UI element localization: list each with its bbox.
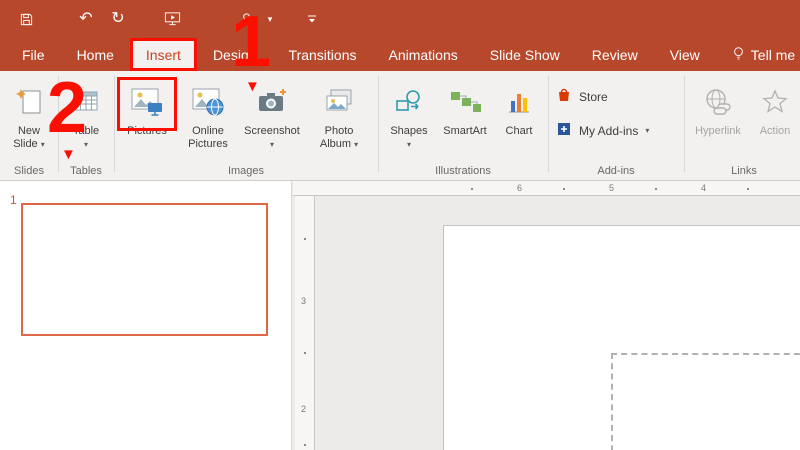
- dropdown-caret-icon: ▾: [407, 140, 411, 149]
- tab-transitions[interactable]: Transitions: [273, 38, 373, 71]
- online-pictures-button[interactable]: Online Pictures: [179, 79, 237, 175]
- hyperlink-button[interactable]: Hyperlink: [688, 79, 748, 175]
- ruler-tick: [471, 188, 473, 190]
- new-slide-icon: [14, 79, 44, 125]
- chart-icon: [506, 79, 532, 125]
- photo-album-icon: [323, 79, 355, 125]
- button-label: Screenshot: [244, 125, 300, 138]
- button-label: Slide: [13, 138, 37, 150]
- ruler-number: 5: [609, 183, 614, 193]
- tab-label: Tell me: [751, 47, 795, 63]
- tab-tell-me[interactable]: Tell me: [716, 38, 800, 71]
- group-label-images: Images: [228, 165, 264, 177]
- group-label-illustrations: Illustrations: [435, 165, 491, 177]
- ruler-tick: [563, 188, 565, 190]
- group-label-tables: Tables: [70, 165, 102, 177]
- store-button[interactable]: Store: [556, 87, 608, 106]
- slideshow-icon[interactable]: [158, 0, 186, 38]
- slide-thumbnail-panel: 1: [0, 181, 292, 450]
- powerpoint-window: ↶ ↻ ▾ File Home Insert Design Transition…: [0, 0, 800, 450]
- ruler-number: 3: [301, 296, 306, 306]
- step2-arrow-icon: ▼: [61, 147, 76, 162]
- tab-insert[interactable]: Insert: [130, 38, 197, 71]
- ruler-number: 6: [517, 183, 522, 193]
- button-label: Shapes: [390, 125, 427, 138]
- step2-highlight-box: [117, 77, 177, 131]
- tab-review[interactable]: Review: [576, 38, 654, 71]
- button-label: Pictures: [188, 138, 228, 151]
- dropdown-caret-icon: ▾: [270, 140, 274, 149]
- button-label: Hyperlink: [695, 125, 741, 138]
- customize-quick-access-icon[interactable]: [298, 0, 326, 38]
- ruler-tick: [304, 352, 306, 354]
- slide-thumbnail[interactable]: [21, 203, 268, 336]
- slide-number: 1: [10, 193, 17, 207]
- vertical-ruler: 3 2: [295, 196, 315, 450]
- shapes-button[interactable]: Shapes ▾: [382, 79, 436, 175]
- ruler-number: 4: [701, 183, 706, 193]
- tab-view[interactable]: View: [654, 38, 716, 71]
- pictures-button[interactable]: Pictures: [117, 79, 177, 175]
- content-placeholder[interactable]: [611, 353, 800, 450]
- tab-file[interactable]: File: [6, 38, 61, 71]
- screenshot-icon: [256, 79, 288, 125]
- chart-button[interactable]: Chart: [496, 79, 542, 175]
- group-label-add-ins: Add-ins: [597, 165, 634, 177]
- undo-icon[interactable]: ↶: [72, 0, 100, 38]
- button-label: New: [18, 125, 40, 138]
- tab-home[interactable]: Home: [61, 38, 130, 71]
- ruler-tick: [304, 238, 306, 240]
- tab-animations[interactable]: Animations: [372, 38, 473, 71]
- shapes-icon: [394, 79, 424, 125]
- button-label: Action: [760, 125, 791, 138]
- ruler-tick: [304, 444, 306, 446]
- smartart-icon: [449, 79, 481, 125]
- dropdown-caret-icon: ▾: [645, 126, 649, 135]
- button-label: Store: [579, 90, 608, 104]
- online-pictures-icon: [191, 79, 225, 125]
- tab-slide-show[interactable]: Slide Show: [474, 38, 576, 71]
- button-label: Online: [192, 125, 224, 138]
- step2-number: 2: [47, 72, 87, 144]
- group-divider: [684, 76, 685, 172]
- ribbon: New Slide ▾ Slides Table ▾ Tables Pictur…: [0, 71, 800, 181]
- group-divider: [378, 76, 379, 172]
- lightbulb-icon: [732, 46, 745, 64]
- ruler-tick: [747, 188, 749, 190]
- save-icon[interactable]: [12, 0, 40, 38]
- button-label: My Add-ins: [579, 124, 638, 138]
- step1-number: 1: [231, 6, 271, 78]
- group-divider: [114, 76, 115, 172]
- smartart-button[interactable]: SmartArt: [436, 79, 494, 175]
- group-label-slides: Slides: [14, 165, 44, 177]
- dropdown-caret-icon: ▾: [354, 140, 358, 149]
- my-add-ins-button[interactable]: My Add-ins ▾: [556, 121, 649, 140]
- hyperlink-icon: [703, 79, 733, 125]
- ruler-number: 2: [301, 404, 306, 414]
- group-divider: [548, 76, 549, 172]
- slide-canvas[interactable]: [443, 225, 800, 450]
- workspace: 1 6 5 4 3 2: [0, 181, 800, 450]
- horizontal-ruler: 6 5 4: [293, 181, 800, 196]
- store-icon: [556, 87, 572, 106]
- button-label: SmartArt: [443, 125, 486, 138]
- button-label: Chart: [506, 125, 533, 138]
- action-button[interactable]: Action: [750, 79, 800, 175]
- group-label-links: Links: [731, 165, 757, 177]
- ruler-tick: [655, 188, 657, 190]
- title-bar: ↶ ↻ ▾: [0, 0, 800, 38]
- action-icon: [762, 79, 788, 125]
- my-add-ins-icon: [556, 121, 572, 140]
- button-label: Album: [320, 138, 351, 150]
- photo-album-button[interactable]: Photo Album ▾: [307, 79, 371, 175]
- button-label: Photo: [325, 125, 354, 138]
- step1-arrow-icon: ▼: [245, 79, 260, 94]
- redo-icon[interactable]: ↻: [104, 0, 132, 38]
- dropdown-caret-icon: ▾: [41, 140, 45, 149]
- ribbon-tab-bar: File Home Insert Design Transitions Anim…: [0, 38, 800, 71]
